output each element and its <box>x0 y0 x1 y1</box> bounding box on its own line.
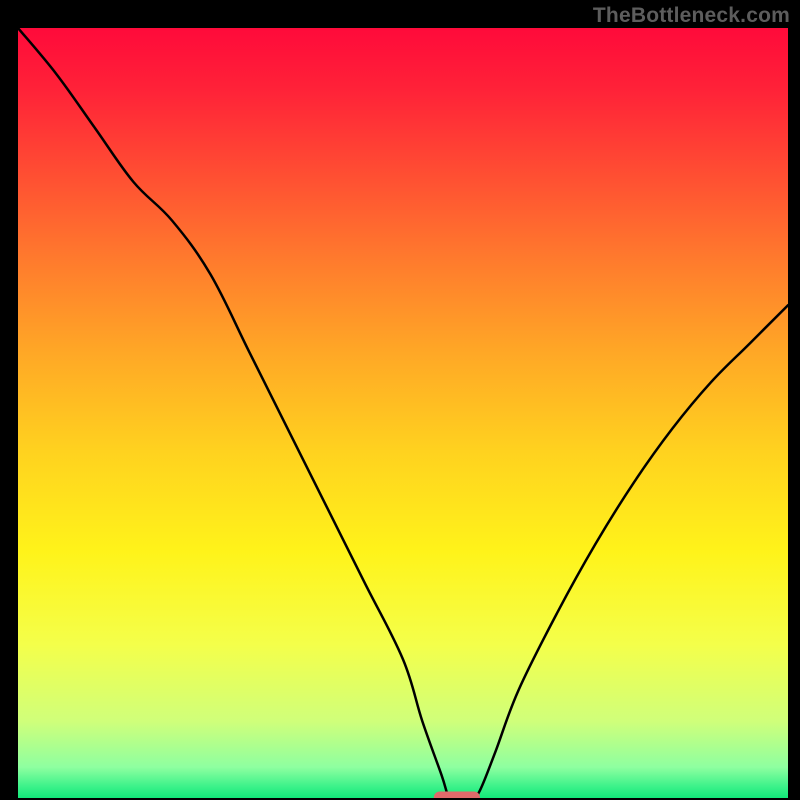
optimal-zone-marker <box>434 792 480 799</box>
chart-svg <box>18 28 788 798</box>
watermark-text: TheBottleneck.com <box>593 4 790 28</box>
gradient-background <box>18 28 788 798</box>
chart-frame: TheBottleneck.com <box>0 0 800 800</box>
plot-area <box>18 28 788 798</box>
